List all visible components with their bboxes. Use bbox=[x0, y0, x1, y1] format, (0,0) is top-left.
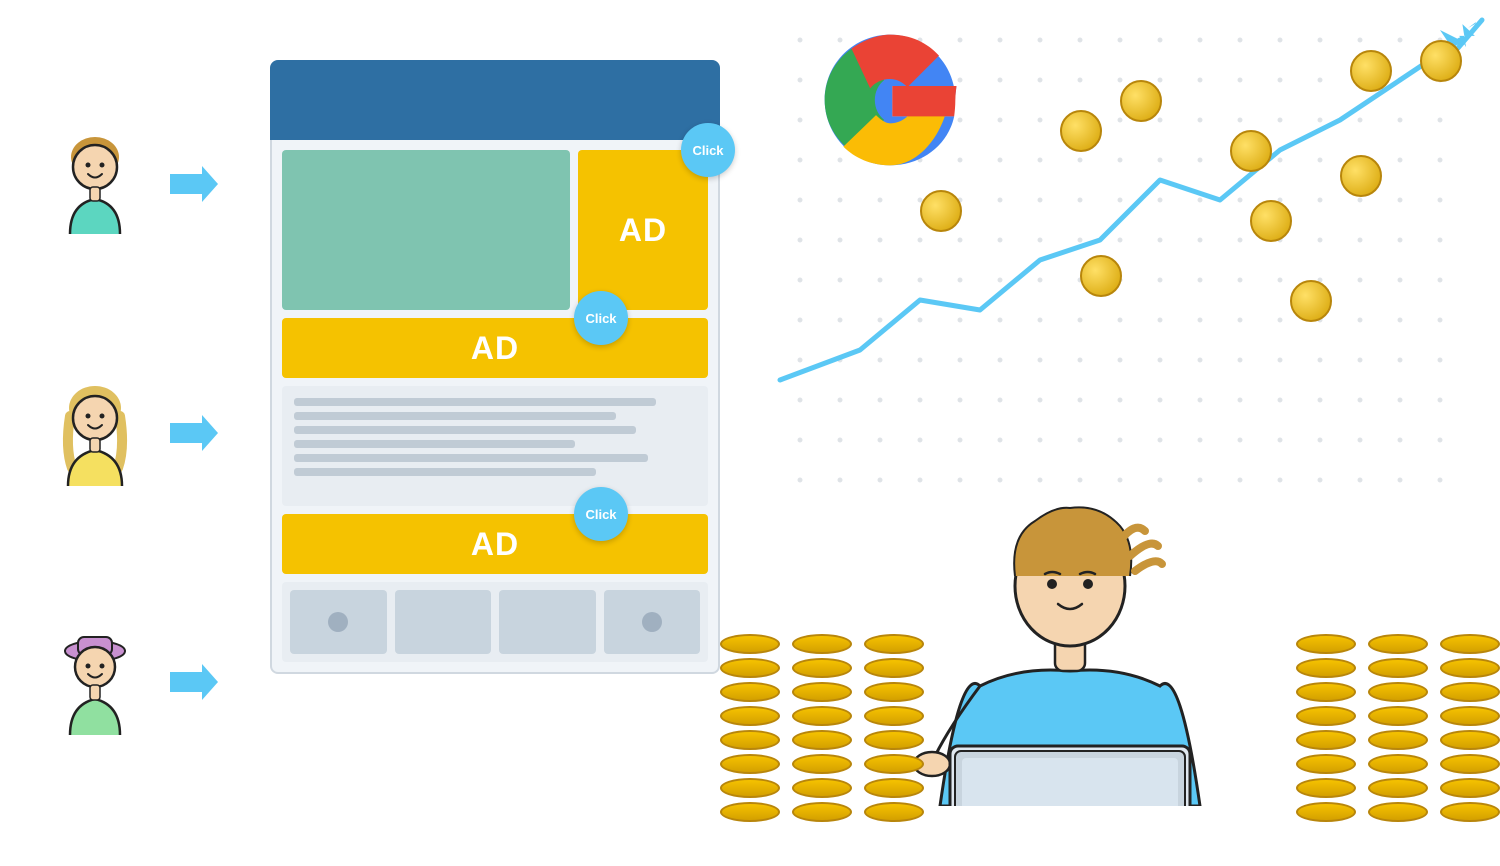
right-section bbox=[720, 0, 1500, 866]
arrow-3 bbox=[160, 662, 220, 702]
coin-stack-r3 bbox=[1440, 634, 1500, 826]
thumb-3 bbox=[499, 590, 596, 654]
arrow-2 bbox=[160, 413, 220, 453]
thumb-2 bbox=[395, 590, 492, 654]
content-line-3 bbox=[294, 426, 636, 434]
bottom-ad: AD Click bbox=[282, 514, 708, 574]
thumb-4 bbox=[604, 590, 701, 654]
user-row-2 bbox=[50, 378, 220, 488]
top-ads-row: AD Click bbox=[282, 150, 708, 310]
coin-stack-1 bbox=[720, 634, 780, 826]
user-row-1 bbox=[50, 129, 220, 239]
user-3-avatar bbox=[50, 627, 140, 737]
thumb-1 bbox=[290, 590, 387, 654]
coin-stack-3 bbox=[864, 634, 924, 826]
user-1-avatar bbox=[50, 129, 140, 239]
user-2-avatar bbox=[50, 378, 140, 488]
content-area bbox=[282, 386, 708, 506]
content-line-2 bbox=[294, 412, 616, 420]
coin-stack-2 bbox=[792, 634, 852, 826]
laptop-person bbox=[880, 466, 1260, 806]
trend-chart bbox=[720, 0, 1500, 480]
click-bubble-1: Click bbox=[681, 123, 735, 177]
content-line-6 bbox=[294, 468, 596, 476]
browser-mockup: AD Click AD Click AD bbox=[270, 60, 720, 790]
top-left-content bbox=[282, 150, 570, 310]
browser-chrome bbox=[270, 60, 720, 140]
coin-stacks-left bbox=[720, 634, 924, 826]
mid-ad: AD Click bbox=[282, 318, 708, 378]
click-bubble-2: Click bbox=[574, 291, 628, 345]
user-row-3 bbox=[50, 627, 220, 737]
content-line-5 bbox=[294, 454, 648, 462]
thumbnail-strip bbox=[282, 582, 708, 662]
bottom-ad-label: AD bbox=[471, 526, 519, 563]
browser-body: AD Click AD Click AD bbox=[270, 140, 720, 674]
mid-ad-label: AD bbox=[471, 330, 519, 367]
content-line-4 bbox=[294, 440, 575, 448]
coin-stack-r2 bbox=[1368, 634, 1428, 826]
users-section bbox=[0, 0, 270, 866]
coin bbox=[720, 802, 780, 822]
top-ad-label: AD bbox=[619, 212, 667, 249]
coin-stacks-right bbox=[1296, 634, 1500, 826]
top-right-ad: AD Click bbox=[578, 150, 708, 310]
click-bubble-3: Click bbox=[574, 487, 628, 541]
coin-stack-r1 bbox=[1296, 634, 1356, 826]
arrow-1 bbox=[160, 164, 220, 204]
content-line-1 bbox=[294, 398, 656, 406]
